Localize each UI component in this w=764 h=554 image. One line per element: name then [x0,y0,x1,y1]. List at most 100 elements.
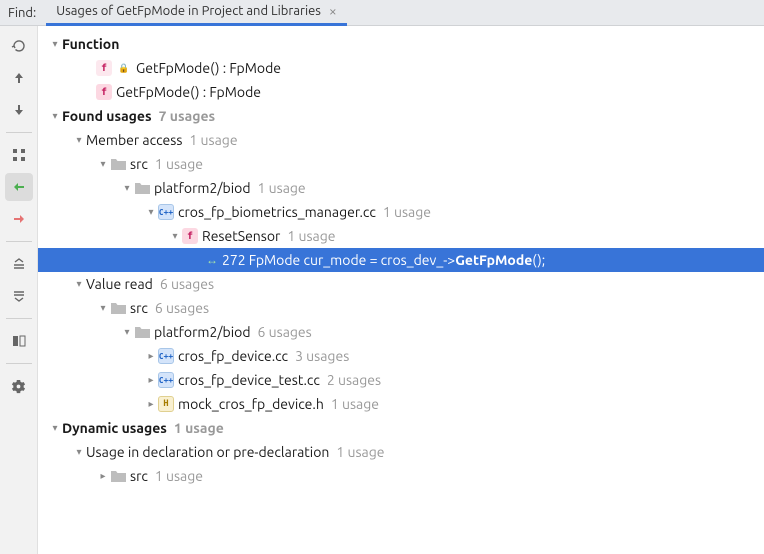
usage-count: 1 usage [287,228,335,244]
node-label: Value read [86,276,153,292]
show-write-icon[interactable] [5,205,33,233]
top-bar: Find: Usages of GetFpMode in Project and… [0,0,764,26]
chevron-down-icon[interactable]: ▾ [96,302,110,314]
chevron-down-icon[interactable]: ▾ [120,326,134,338]
node-label: ResetSensor [202,228,280,244]
tree-node-fn-def[interactable]: f GetFpMode() : FpMode [38,80,764,104]
usage-count: 2 usages [327,372,381,388]
tree-node-fn-def[interactable]: f 🔒 GetFpMode() : FpMode [38,56,764,80]
node-label: GetFpMode() : FpMode [136,60,281,76]
node-label: cros_fp_device_test.cc [178,372,320,388]
group-icon[interactable] [5,141,33,169]
tree-node-platform-biod[interactable]: ▾ platform2/biod 6 usages [38,320,764,344]
settings-icon[interactable] [5,372,33,400]
line-number: 272 [222,252,246,268]
node-label: src [130,300,148,316]
folder-icon [134,324,150,340]
node-label: mock_cros_fp_device.h [178,396,324,412]
tree-node-file[interactable]: ▸ C++ cros_fp_device.cc 3 usages [38,344,764,368]
folder-icon [110,156,126,172]
chevron-right-icon[interactable]: ▸ [144,374,158,386]
tree-node-value-read[interactable]: ▾ Value read 6 usages [38,272,764,296]
tree-node-src[interactable]: ▾ src 6 usages [38,296,764,320]
node-label: platform2/biod [154,324,251,340]
tree-node-member-access[interactable]: ▾ Member access 1 usage [38,128,764,152]
cpp-file-icon: C++ [158,204,174,220]
tree-node-dynamic-usages[interactable]: ▾ Dynamic usages 1 usage [38,416,764,440]
chevron-down-icon[interactable]: ▾ [72,134,86,146]
node-label: Function [62,36,119,52]
chevron-right-icon[interactable]: ▸ [96,470,110,482]
usage-count: 1 usage [155,156,203,172]
folder-icon [134,180,150,196]
code-pre: FpMode cur_mode = cros_dev_-> [249,252,456,268]
tree-node-src[interactable]: ▾ src 1 usage [38,152,764,176]
usage-count: 3 usages [295,348,349,364]
folder-icon [110,300,126,316]
chevron-down-icon[interactable]: ▾ [120,182,134,194]
tree-node-usage-decl[interactable]: ▾ Usage in declaration or pre-declaratio… [38,440,764,464]
usage-count: 1 usage [331,396,379,412]
tree-node-file[interactable]: ▾ C++ cros_fp_biometrics_manager.cc 1 us… [38,200,764,224]
usage-count: 1 usage [258,180,306,196]
function-icon: f [96,84,112,100]
node-label: cros_fp_biometrics_manager.cc [178,204,376,220]
header-file-icon: H [158,396,174,412]
function-icon: f [96,60,112,76]
collapse-all-icon[interactable] [5,282,33,310]
lock-icon: 🔒 [116,60,132,76]
chevron-down-icon[interactable]: ▾ [168,230,182,242]
node-label: cros_fp_device.cc [178,348,288,364]
next-icon[interactable] [5,96,33,124]
code-post: (); [532,252,545,268]
node-label: src [130,156,148,172]
folder-icon [110,468,126,484]
tree-node-file[interactable]: ▸ H mock_cros_fp_device.h 1 usage [38,392,764,416]
chevron-down-icon[interactable]: ▾ [144,206,158,218]
node-label: Member access [86,132,182,148]
close-icon[interactable]: × [329,3,337,19]
usage-count: 1 usage [336,444,384,460]
prev-icon[interactable] [5,64,33,92]
usage-count: 1 usage [383,204,431,220]
tree-node-function[interactable]: ▾ Function [38,32,764,56]
usage-count: 1 usage [174,420,224,436]
node-label: Found usages [62,108,152,124]
cpp-file-icon: C++ [158,372,174,388]
chevron-right-icon[interactable]: ▸ [144,350,158,362]
usage-count: 1 usage [189,132,237,148]
tree-node-found-usages[interactable]: ▾ Found usages 7 usages [38,104,764,128]
node-label: Dynamic usages [62,420,167,436]
tree-node-function-scope[interactable]: ▾ f ResetSensor 1 usage [38,224,764,248]
node-label: Usage in declaration or pre-declaration [86,444,329,460]
chevron-down-icon[interactable]: ▾ [96,158,110,170]
find-label: Find: [8,6,46,20]
show-read-icon[interactable] [5,173,33,201]
function-icon: f [182,228,198,244]
results-tree[interactable]: ▾ Function f 🔒 GetFpMode() : FpMode f Ge… [38,26,764,554]
read-access-icon: ↔ [206,253,218,267]
usage-count: 6 usages [155,300,209,316]
cpp-file-icon: C++ [158,348,174,364]
preview-icon[interactable] [5,327,33,355]
results-tab[interactable]: Usages of GetFpMode in Project and Libra… [46,0,347,26]
expand-all-icon[interactable] [5,250,33,278]
node-label: GetFpMode() : FpMode [116,84,261,100]
chevron-down-icon[interactable]: ▾ [48,38,62,50]
tree-node-file[interactable]: ▸ C++ cros_fp_device_test.cc 2 usages [38,368,764,392]
chevron-down-icon[interactable]: ▾ [48,422,62,434]
tree-node-platform-biod[interactable]: ▾ platform2/biod 1 usage [38,176,764,200]
usage-count: 7 usages [159,108,216,124]
node-label: src [130,468,148,484]
tree-node-usage-line[interactable]: ↔ 272 FpMode cur_mode = cros_dev_-> GetF… [38,248,764,272]
node-label: platform2/biod [154,180,251,196]
usage-count: 6 usages [160,276,214,292]
chevron-down-icon[interactable]: ▾ [72,446,86,458]
usage-count: 6 usages [258,324,312,340]
rerun-icon[interactable] [5,32,33,60]
chevron-down-icon[interactable]: ▾ [72,278,86,290]
tree-node-src[interactable]: ▸ src 1 usage [38,464,764,488]
chevron-down-icon[interactable]: ▾ [48,110,62,122]
chevron-right-icon[interactable]: ▸ [144,398,158,410]
code-match: GetFpMode [455,252,532,268]
